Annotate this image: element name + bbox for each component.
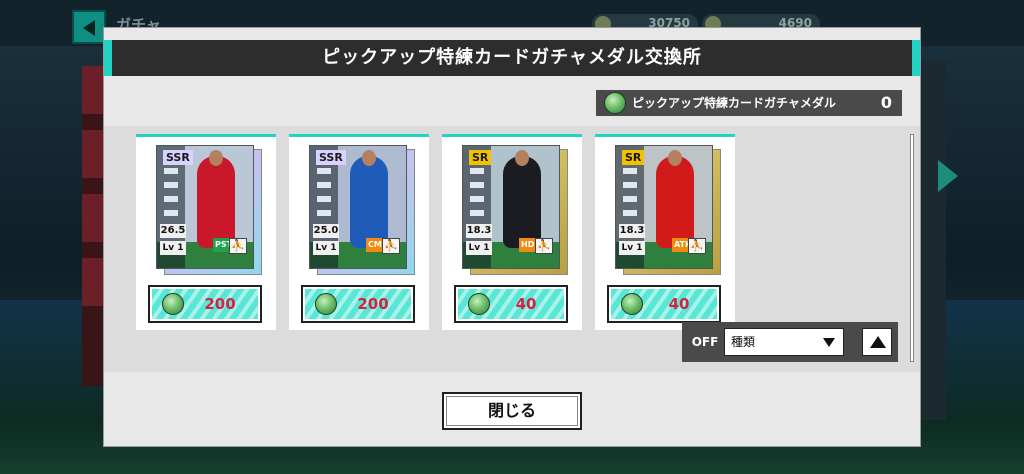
exchange-price-button[interactable]: 40 bbox=[607, 285, 721, 323]
rarity-badge: SR bbox=[469, 150, 492, 165]
card-rating: 25.0 bbox=[313, 224, 339, 238]
card-art[interactable]: SSR 26.5 Lv 1 PST ⛹ bbox=[156, 145, 254, 269]
price-value: 40 bbox=[515, 295, 537, 313]
skill-icon: ⛹ bbox=[535, 238, 553, 254]
card-level: Lv 1 bbox=[466, 241, 492, 255]
exchange-card[interactable]: SSR 26.5 Lv 1 PST ⛹ 200 bbox=[136, 134, 276, 330]
medal-icon bbox=[604, 92, 626, 114]
filter-panel: OFF 種類 bbox=[682, 322, 898, 362]
card-rating: 18.3 bbox=[466, 224, 492, 238]
back-button[interactable] bbox=[72, 10, 106, 44]
medal-label: ピックアップ特練カードガチャメダル bbox=[632, 96, 836, 110]
medal-count: 0 bbox=[880, 93, 892, 112]
price-value: 40 bbox=[668, 295, 690, 313]
background-left-nav bbox=[82, 66, 106, 386]
sort-order-button[interactable] bbox=[862, 328, 892, 356]
player-image bbox=[350, 156, 388, 248]
filter-type-select[interactable]: 種類 bbox=[724, 328, 844, 356]
rarity-badge: SR bbox=[622, 150, 645, 165]
card-rating: 18.3 bbox=[619, 224, 645, 238]
skill-icon: ⛹ bbox=[229, 238, 247, 254]
medal-icon bbox=[468, 293, 490, 315]
close-button-label: 閉じる bbox=[487, 401, 536, 420]
exchange-card[interactable]: SSR 25.0 Lv 1 CMF ⛹ 200 bbox=[289, 134, 429, 330]
exchange-price-button[interactable]: 200 bbox=[301, 285, 415, 323]
price-value: 200 bbox=[357, 295, 389, 313]
skill-icon: ⛹ bbox=[688, 238, 706, 254]
card-rating: 26.5 bbox=[160, 224, 186, 238]
player-image bbox=[503, 156, 541, 248]
dialog-title: ピックアップ特練カードガチャメダル交換所 bbox=[322, 47, 702, 68]
dialog-header: ピックアップ特練カードガチャメダル交換所 bbox=[104, 40, 920, 76]
exchange-dialog: ピックアップ特練カードガチャメダル交換所 ピックアップ特練カードガチャメダル 0… bbox=[104, 28, 920, 446]
list-scrollbar[interactable] bbox=[910, 134, 914, 362]
background-right-nav bbox=[920, 60, 946, 420]
card-level: Lv 1 bbox=[313, 241, 339, 255]
exchange-price-button[interactable]: 200 bbox=[148, 285, 262, 323]
medal-balance: ピックアップ特練カードガチャメダル 0 bbox=[596, 90, 902, 116]
exchange-price-button[interactable]: 40 bbox=[454, 285, 568, 323]
skill-icon: ⛹ bbox=[382, 238, 400, 254]
card-art[interactable]: SR 18.3 Lv 1 ATK ⛹ bbox=[615, 145, 713, 269]
close-button[interactable]: 閉じる bbox=[442, 392, 582, 430]
exchange-card[interactable]: SR 18.3 Lv 1 HDM ⛹ 40 bbox=[442, 134, 582, 330]
filter-select-value: 種類 bbox=[731, 335, 756, 349]
rarity-badge: SSR bbox=[163, 150, 193, 165]
rarity-badge: SSR bbox=[316, 150, 346, 165]
price-value: 200 bbox=[204, 295, 236, 313]
medal-icon bbox=[315, 293, 337, 315]
filter-icon bbox=[823, 338, 835, 347]
exchange-card[interactable]: SR 18.3 Lv 1 ATK ⛹ 40 bbox=[595, 134, 735, 330]
player-image bbox=[656, 156, 694, 248]
filter-off-label[interactable]: OFF bbox=[688, 328, 722, 356]
player-image bbox=[197, 156, 235, 248]
triangle-up-icon bbox=[870, 336, 886, 348]
background-right-arrow-icon bbox=[938, 160, 958, 192]
medal-icon bbox=[162, 293, 184, 315]
medal-icon bbox=[621, 293, 643, 315]
card-art[interactable]: SR 18.3 Lv 1 HDM ⛹ bbox=[462, 145, 560, 269]
card-level: Lv 1 bbox=[160, 241, 186, 255]
card-art[interactable]: SSR 25.0 Lv 1 CMF ⛹ bbox=[309, 145, 407, 269]
card-level: Lv 1 bbox=[619, 241, 645, 255]
